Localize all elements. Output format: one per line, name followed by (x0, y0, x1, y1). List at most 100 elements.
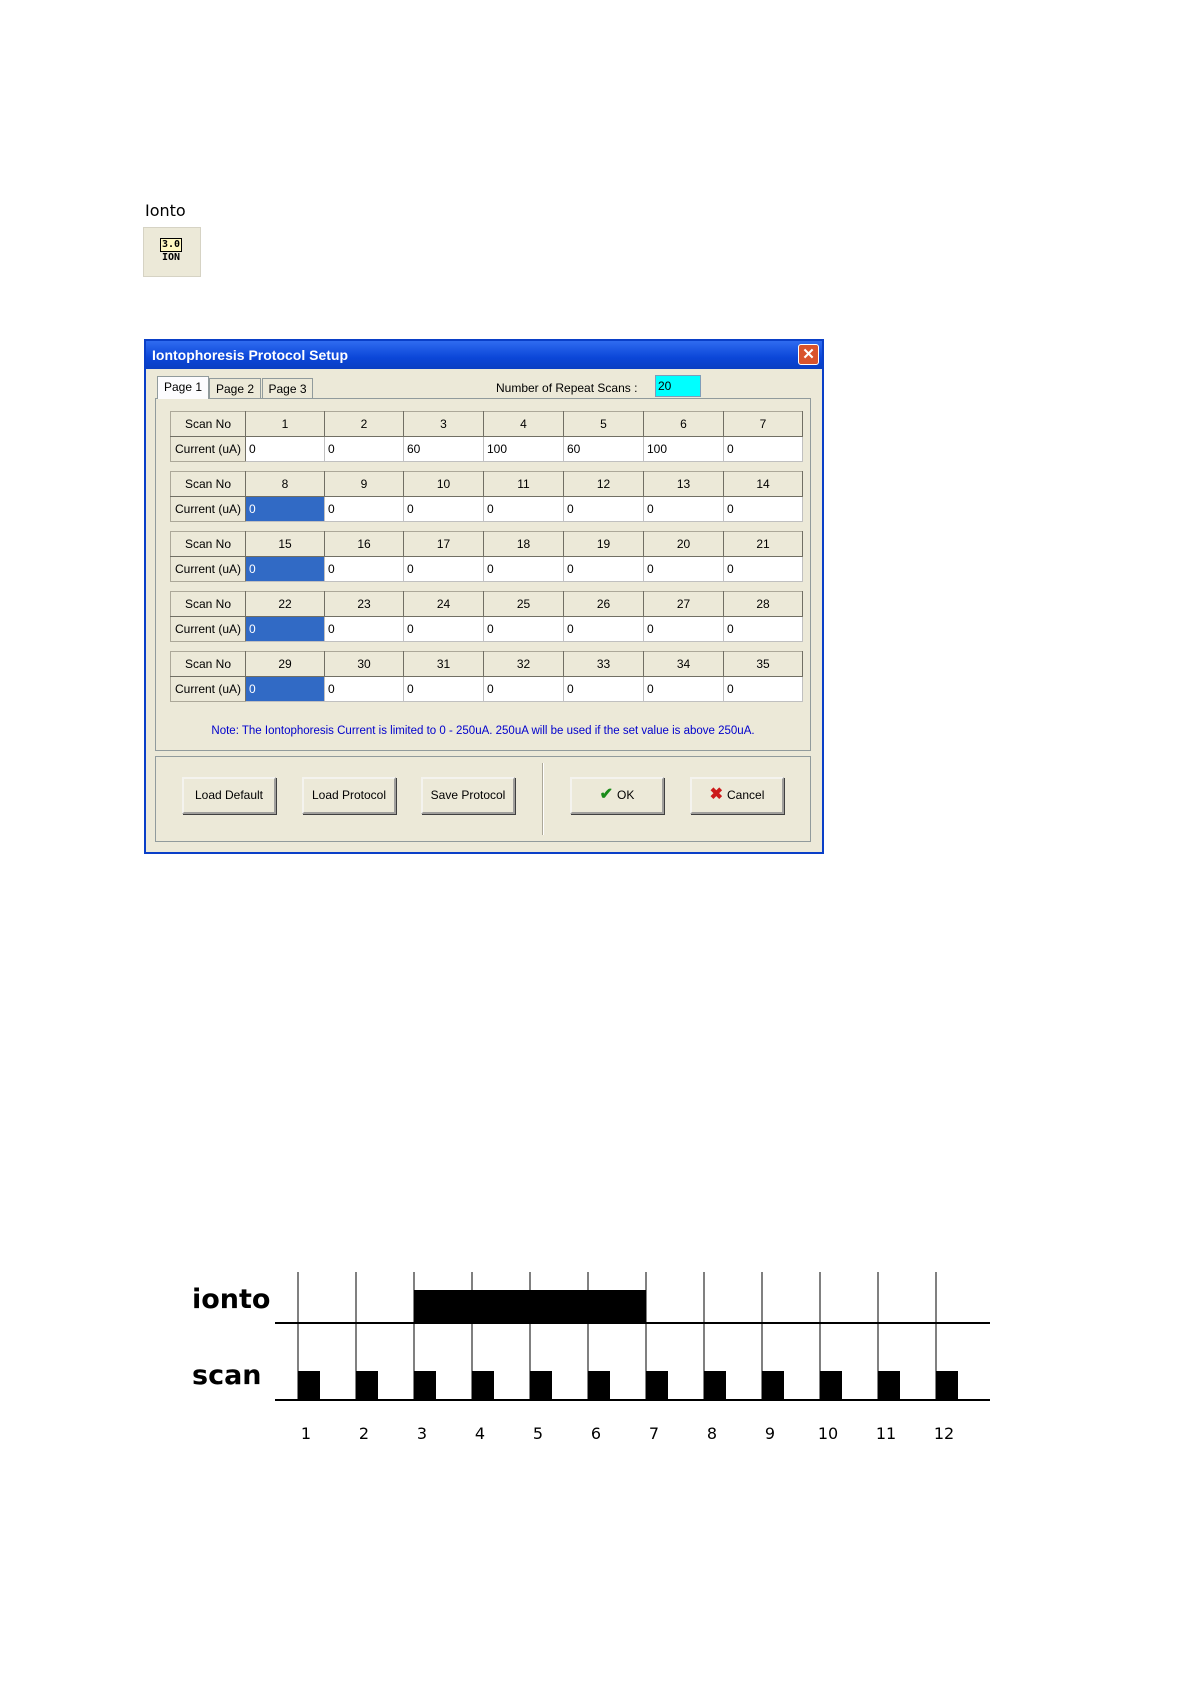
current-row: Current (uA) 0 0 0 0 0 0 0 (170, 616, 803, 642)
current-cell[interactable]: 0 (324, 556, 404, 582)
current-row: Current (uA) 0 0 0 0 0 0 0 (170, 556, 803, 582)
current-cell[interactable]: 0 (245, 496, 325, 522)
scan-number-header: 25 (483, 591, 564, 617)
save-protocol-button[interactable]: Save Protocol (421, 777, 515, 814)
current-cell[interactable]: 60 (403, 436, 484, 462)
current-cell[interactable]: 0 (563, 676, 644, 702)
current-cell[interactable]: 0 (643, 556, 724, 582)
current-cell[interactable]: 0 (403, 496, 484, 522)
scan-pulse (762, 1371, 784, 1400)
current-cell[interactable]: 60 (563, 436, 644, 462)
current-cell[interactable]: 0 (483, 616, 564, 642)
scan-block-4: Scan No 22 23 24 25 26 27 28 Current (uA) 0 0 0 0 0 0 0 (170, 591, 803, 642)
current-cell[interactable]: 0 (245, 436, 325, 462)
dialog-title: Iontophoresis Protocol Setup (152, 347, 349, 363)
repeat-scans-label: Number of Repeat Scans : (496, 381, 638, 395)
current-header: Current (uA) (170, 436, 246, 462)
current-cell[interactable]: 0 (245, 676, 325, 702)
scan-number-header: 19 (563, 531, 644, 557)
scan-number-header: 27 (643, 591, 724, 617)
current-cell[interactable]: 0 (483, 676, 564, 702)
scan-number-header: 18 (483, 531, 564, 557)
current-cell[interactable]: 0 (723, 616, 803, 642)
repeat-scans-input[interactable]: 20 (655, 375, 701, 397)
current-cell[interactable]: 0 (723, 436, 803, 462)
scan-pulse (878, 1371, 900, 1400)
current-cell[interactable]: 0 (563, 556, 644, 582)
scan-number-header: 24 (403, 591, 484, 617)
scan-number-header: 11 (483, 471, 564, 497)
ok-button[interactable]: ✔ OK (570, 777, 664, 814)
scan-tick-label: 1 (301, 1424, 311, 1443)
current-header: Current (uA) (170, 676, 246, 702)
current-cell[interactable]: 0 (403, 556, 484, 582)
ionto-on-pulse (414, 1290, 646, 1323)
ionto-row-label: ionto (192, 1284, 270, 1315)
tab-page-3[interactable]: Page 3 (262, 378, 313, 399)
scan-number-header: 10 (403, 471, 484, 497)
scan-pulse (936, 1371, 958, 1400)
load-protocol-button[interactable]: Load Protocol (302, 777, 396, 814)
current-header: Current (uA) (170, 616, 246, 642)
current-cell[interactable]: 0 (483, 556, 564, 582)
button-divider (542, 763, 544, 835)
scan-number-row: Scan No 22 23 24 25 26 27 28 (170, 591, 803, 617)
scan-block-1: Scan No 1 2 3 4 5 6 7 Current (uA) 0 0 60 100 60 100 0 (170, 411, 803, 462)
scan-number-header: 1 (245, 411, 325, 437)
current-cell[interactable]: 0 (723, 496, 803, 522)
current-cell[interactable]: 0 (643, 496, 724, 522)
scan-pulse (820, 1371, 842, 1400)
scan-tick-label: 11 (876, 1424, 896, 1443)
current-cell[interactable]: 0 (723, 676, 803, 702)
ion-icon-label: ION (161, 252, 181, 263)
current-cell[interactable]: 0 (324, 496, 404, 522)
ionto-toolbar-button[interactable]: 3.0 ION (143, 227, 201, 277)
scan-number-header: 12 (563, 471, 644, 497)
iontophoresis-protocol-dialog: Iontophoresis Protocol Setup ✕ Page 1 Pa… (144, 339, 824, 854)
scan-pulse (530, 1371, 552, 1400)
dialog-titlebar[interactable]: Iontophoresis Protocol Setup ✕ (146, 341, 822, 369)
tab-page-1[interactable]: Page 1 (157, 376, 209, 399)
scan-no-header: Scan No (170, 651, 246, 677)
load-default-button[interactable]: Load Default (182, 777, 276, 814)
current-cell[interactable]: 0 (723, 556, 803, 582)
current-cell[interactable]: 0 (245, 616, 325, 642)
scan-number-header: 2 (324, 411, 404, 437)
cancel-button[interactable]: ✖ Cancel (690, 777, 784, 814)
button-bar: Load Default Load Protocol Save Protocol… (155, 756, 811, 842)
scan-number-header: 15 (245, 531, 325, 557)
current-row: Current (uA) 0 0 60 100 60 100 0 (170, 436, 803, 462)
current-cell[interactable]: 100 (483, 436, 564, 462)
scan-pulse (704, 1371, 726, 1400)
scan-number-header: 3 (403, 411, 484, 437)
current-row: Current (uA) 0 0 0 0 0 0 0 (170, 496, 803, 522)
current-cell[interactable]: 0 (324, 616, 404, 642)
current-cell[interactable]: 0 (563, 496, 644, 522)
scan-number-header: 21 (723, 531, 803, 557)
scan-number-header: 22 (245, 591, 325, 617)
scan-number-header: 30 (324, 651, 404, 677)
close-button[interactable]: ✕ (798, 344, 819, 365)
current-cell[interactable]: 0 (403, 616, 484, 642)
scan-tick-label: 3 (417, 1424, 427, 1443)
current-cell[interactable]: 0 (643, 676, 724, 702)
cross-icon: ✖ (709, 786, 724, 803)
scan-pulse (298, 1371, 320, 1400)
current-cell[interactable]: 0 (483, 496, 564, 522)
scan-block-3: Scan No 15 16 17 18 19 20 21 Current (uA) 0 0 0 0 0 0 0 (170, 531, 803, 582)
current-cell[interactable]: 0 (245, 556, 325, 582)
current-cell[interactable]: 0 (563, 616, 644, 642)
current-cell[interactable]: 0 (324, 436, 404, 462)
scan-tick-label: 12 (934, 1424, 954, 1443)
scan-block-2: Scan No 8 9 10 11 12 13 14 Current (uA) 0 0 0 0 0 0 0 (170, 471, 803, 522)
scan-pulse (646, 1371, 668, 1400)
tab-page-2[interactable]: Page 2 (209, 378, 261, 399)
scan-number-header: 32 (483, 651, 564, 677)
scan-row-label: scan (192, 1360, 262, 1391)
cancel-label: Cancel (727, 788, 765, 802)
current-cell[interactable]: 100 (643, 436, 724, 462)
current-cell[interactable]: 0 (324, 676, 404, 702)
current-cell[interactable]: 0 (403, 676, 484, 702)
current-cell[interactable]: 0 (643, 616, 724, 642)
scan-pulse (356, 1371, 378, 1400)
